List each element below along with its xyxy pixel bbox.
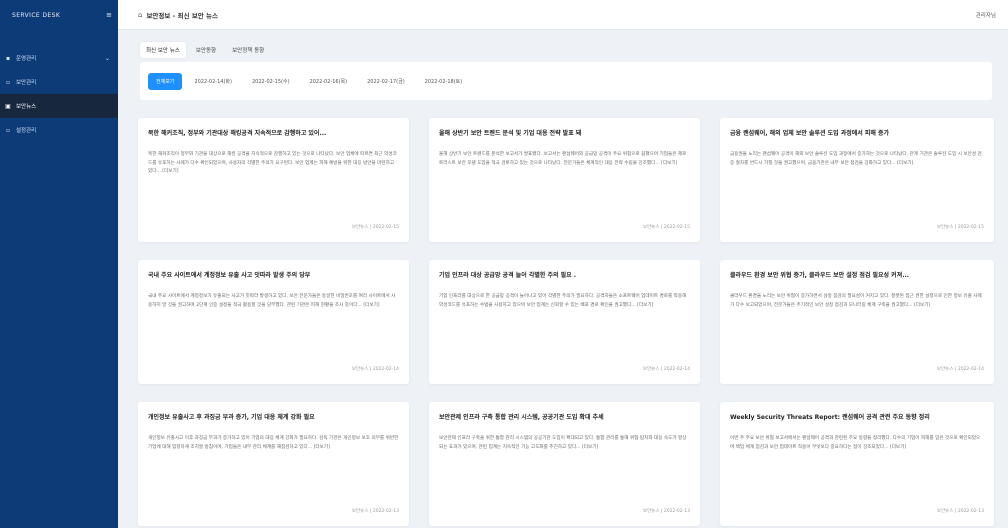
news-card-title[interactable]: 개인정보 유출사고 후 과징금 부과 증가, 기업 대응 체계 강화 필요 [148, 412, 399, 421]
sidebar-item-label: 설정관리 [16, 128, 37, 134]
date-filter-chip[interactable]: 2022-02-14(화) [186, 73, 240, 90]
chevron-down-icon: ⌄ [104, 54, 110, 62]
sidebar-item-label: 보안뉴스 [16, 104, 37, 110]
news-card-summary: 올해 상반기 보안 트렌드를 분석한 보고서가 발표됐다. 보고서는 랜섬웨어와… [439, 152, 687, 166]
news-card-summary: 개인정보 유출사고 이후 과징금 부과가 증가하고 있어 기업의 대응 체계 강… [148, 436, 399, 450]
top-header: ⌂ 보안정보 - 최신 보안 뉴스 관리자님 [118, 0, 1008, 30]
news-card-title[interactable]: Weekly Security Threats Report: 랜섬웨어 공격 … [730, 412, 984, 421]
news-card[interactable]: 북한 해커조직, 정부와 기관대상 해킹공격 지속적으로 감행하고 있어... … [138, 118, 409, 242]
date-filter-chip[interactable]: 2022-02-15(수) [244, 73, 298, 90]
brand-logo: SERVICE DESK [12, 11, 61, 19]
user-menu[interactable]: 관리자님 [976, 11, 996, 19]
sidebar-item-operations[interactable]: ▪ 운영관리 ⌄ [0, 46, 118, 70]
sidebar-item-news[interactable]: ▣ 보안뉴스 [0, 94, 118, 118]
news-card-title[interactable]: 올해 상반기 보안 트렌드 분석 및 기업 대응 전략 발표 돼 [439, 128, 690, 137]
page-title: 보안정보 - 최신 보안 뉴스 [146, 11, 219, 20]
news-card-meta: 보안뉴스 | 2022-02-15 [642, 225, 690, 230]
sidebar-item-settings[interactable]: ▫ 설정관리 [0, 118, 118, 142]
sidebar-header: SERVICE DESK ≡ [0, 0, 118, 30]
news-card-summary: 보안관제 인프라 구축을 위한 통합 관리 시스템의 공공기관 도입이 확대되고… [439, 436, 687, 450]
news-card-meta: 보안뉴스 | 2022-02-13 [351, 509, 399, 514]
news-card-title[interactable]: 기업 인프라 대상 공급망 공격 늘어 각별한 주의 필요 . [439, 270, 690, 279]
news-card-title[interactable]: 국내 주요 사이트에서 계정정보 유출 사고 잇따라 발생 주의 당부 [148, 270, 399, 279]
tab-policy-trends[interactable]: 보안정책 동향 [226, 42, 270, 58]
news-card-title[interactable]: 보안관제 인프라 구축 통합 관리 시스템, 공공기관 도입 확대 추세 [439, 412, 690, 421]
tab-latest-news[interactable]: 최신 보안 뉴스 [140, 42, 186, 58]
news-card-meta: 보안뉴스 | 2022-02-15 [936, 225, 984, 230]
news-card-meta: 보안뉴스 | 2022-02-14 [351, 367, 399, 372]
sidebar-item-label: 보안관리 [16, 80, 37, 86]
news-card-meta: 보안뉴스 | 2022-02-15 [351, 225, 399, 230]
news-card-meta: 보안뉴스 | 2022-02-14 [642, 367, 690, 372]
date-filter-chip[interactable]: 2022-02-17(금) [359, 73, 413, 90]
news-card-summary: 북한 해커조직이 정부와 기관을 대상으로 해킹 공격을 지속적으로 감행하고 … [148, 152, 397, 174]
news-card-summary: 이번 주 주요 보안 위협 보고서에서는 랜섬웨어 공격과 관련된 주요 동향을… [730, 436, 981, 450]
news-card-title[interactable]: 북한 해커조직, 정부와 기관대상 해킹공격 지속적으로 감행하고 있어... [148, 128, 399, 137]
news-card[interactable]: 올해 상반기 보안 트렌드 분석 및 기업 대응 전략 발표 돼 올해 상반기 … [429, 118, 700, 242]
date-filter-chip[interactable]: 2022-02-16(목) [302, 73, 356, 90]
news-card[interactable]: 금융 랜섬웨어, 해외 업체 보안 솔루션 도입 과정에서 피해 증가 금융권을… [720, 118, 994, 242]
news-card-title[interactable]: 클라우드 환경 보안 위협 증가, 클라우드 보안 설정 점검 필요성 커져..… [730, 270, 984, 279]
news-card[interactable]: 클라우드 환경 보안 위협 증가, 클라우드 보안 설정 점검 필요성 커져..… [720, 260, 994, 384]
news-card-summary: 금융권을 노리는 랜섬웨어 공격이 해외 보안 솔루션 도입 과정에서 증가하는… [730, 152, 982, 166]
news-card-summary: 기업 인프라를 대상으로 한 공급망 공격이 늘어나고 있어 각별한 주의가 필… [439, 294, 687, 308]
news-card[interactable]: 기업 인프라 대상 공급망 공격 늘어 각별한 주의 필요 . 기업 인프라를 … [429, 260, 700, 384]
news-card[interactable]: 국내 주요 사이트에서 계정정보 유출 사고 잇따라 발생 주의 당부 국내 주… [138, 260, 409, 384]
sidebar-item-label: 운영관리 [16, 56, 37, 62]
home-icon[interactable]: ⌂ [138, 11, 142, 19]
news-card-meta: 보안뉴스 | 2022-02-13 [936, 509, 984, 514]
news-card-title[interactable]: 금융 랜섬웨어, 해외 업체 보안 솔루션 도입 과정에서 피해 증가 [730, 128, 984, 137]
shield-icon: ▫ [5, 78, 11, 86]
news-card-grid: 북한 해커조직, 정부와 기관대상 해킹공격 지속적으로 감행하고 있어... … [138, 118, 1000, 528]
news-card-summary: 클라우드 환경을 노리는 보안 위협이 증가하면서 설정 점검의 필요성이 커지… [730, 294, 982, 308]
news-icon: ▣ [5, 102, 11, 110]
sidebar-collapse-icon[interactable]: ≡ [106, 11, 112, 19]
news-card[interactable]: 개인정보 유출사고 후 과징금 부과 증가, 기업 대응 체계 강화 필요 개인… [138, 402, 409, 526]
news-card-meta: 보안뉴스 | 2022-02-14 [936, 367, 984, 372]
tab-trends[interactable]: 보안동향 [190, 42, 222, 58]
sidebar: SERVICE DESK ≡ ▪ 운영관리 ⌄ ▫ 보안관리 ▣ 보안뉴스 ▫ … [0, 0, 118, 528]
news-card-summary: 국내 주요 사이트에서 계정정보가 유출되는 사고가 잇따라 발생하고 있다. … [148, 294, 396, 308]
folder-icon: ▪ [5, 54, 11, 62]
date-filter-all[interactable]: 전체보기 [148, 72, 183, 90]
sidebar-item-security[interactable]: ▫ 보안관리 [0, 70, 118, 94]
date-filter-bar: 전체보기 2022-02-14(화) 2022-02-15(수) 2022-02… [140, 62, 992, 100]
sidebar-nav: ▪ 운영관리 ⌄ ▫ 보안관리 ▣ 보안뉴스 ▫ 설정관리 [0, 46, 118, 142]
tab-bar: 최신 보안 뉴스 보안동향 보안정책 동향 [140, 42, 270, 58]
date-filter-chip[interactable]: 2022-02-18(토) [417, 73, 471, 90]
news-card[interactable]: Weekly Security Threats Report: 랜섬웨어 공격 … [720, 402, 994, 526]
news-card-meta: 보안뉴스 | 2022-02-13 [642, 509, 690, 514]
news-card[interactable]: 보안관제 인프라 구축 통합 관리 시스템, 공공기관 도입 확대 추세 보안관… [429, 402, 700, 526]
gear-icon: ▫ [5, 126, 11, 134]
